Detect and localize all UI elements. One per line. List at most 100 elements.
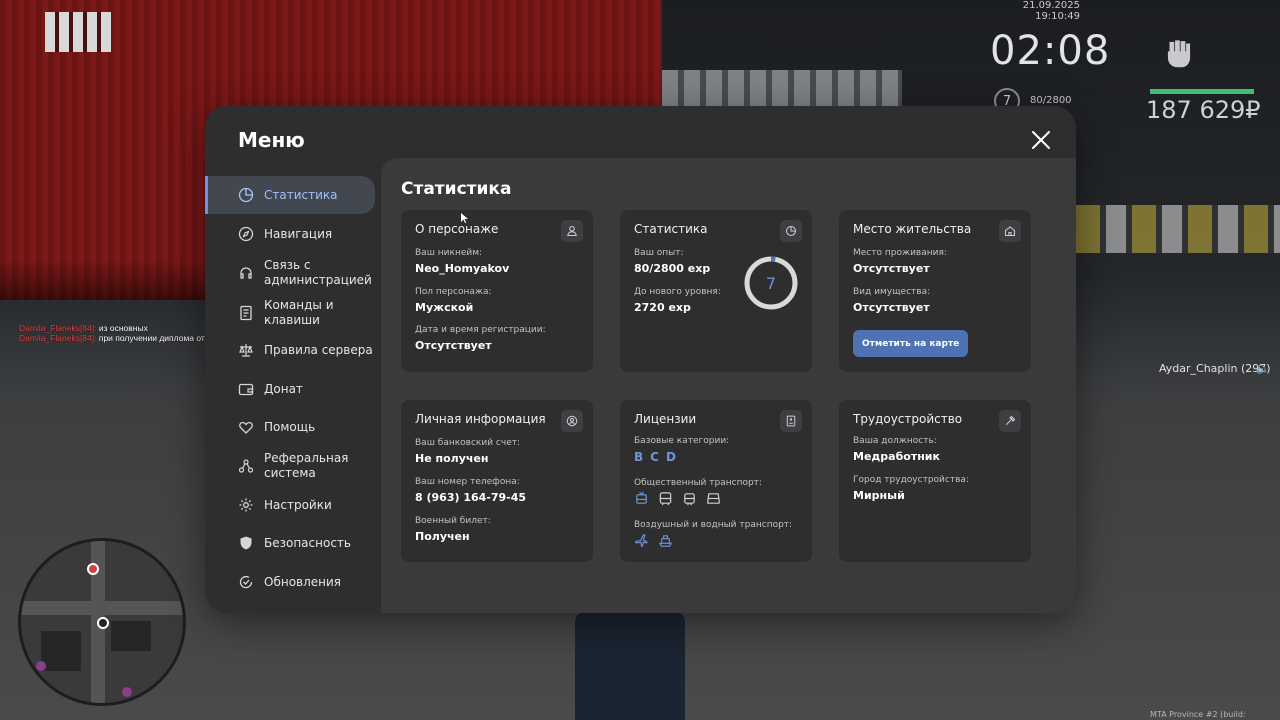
id-card-icon[interactable] bbox=[780, 410, 802, 432]
shield-icon bbox=[240, 536, 252, 550]
sidebar-item-label: Правила сервера bbox=[264, 342, 373, 357]
nick-value: Neo_Homyakov bbox=[415, 262, 510, 275]
headset-icon bbox=[240, 267, 252, 279]
user-icon[interactable] bbox=[561, 220, 583, 242]
sidebar-item-label: Команды и клавиши bbox=[264, 298, 334, 327]
sidebar-item-label: Статистика bbox=[264, 187, 338, 202]
plane-icon bbox=[635, 534, 648, 547]
minibus-icon bbox=[707, 493, 720, 504]
base-categories: BCD bbox=[634, 450, 683, 464]
sidebar-item-label: Реферальная система bbox=[264, 451, 349, 480]
chart-pie-icon[interactable] bbox=[780, 220, 802, 242]
position-label: Ваша должность: bbox=[853, 436, 937, 446]
sidebar-item-statistics[interactable]: Статистика bbox=[205, 176, 375, 214]
military-value: Получен bbox=[415, 530, 470, 543]
map-marker-icon bbox=[36, 661, 46, 671]
position-value: Медработник bbox=[853, 450, 940, 463]
mouse-cursor-icon bbox=[461, 213, 468, 223]
mark-on-map-button[interactable]: Отметить на карте bbox=[853, 330, 969, 357]
sidebar-item-settings[interactable]: Настройки bbox=[205, 486, 375, 524]
hud-health-bar bbox=[1150, 89, 1254, 94]
content-panel: Статистика О персонаже Ваш никнейм: Neo_… bbox=[381, 158, 1076, 613]
parked-buses bbox=[1076, 205, 1280, 253]
bank-value: Не получен bbox=[415, 452, 489, 465]
job-city-label: Город трудоустройства: bbox=[853, 475, 969, 485]
speaker-icon: 🔈 bbox=[1256, 362, 1270, 375]
card-residence: Место жительства Место проживания: Отсут… bbox=[839, 210, 1031, 372]
close-icon[interactable] bbox=[1029, 128, 1053, 152]
air-water-transport-label: Воздушный и водный транспорт: bbox=[634, 520, 793, 530]
menu-window: Меню Статистика Навигация Связь с админи… bbox=[205, 106, 1076, 613]
building-windows bbox=[45, 12, 111, 52]
next-level-value: 2720 exp bbox=[634, 301, 691, 314]
sidebar-item-commands[interactable]: Команды и клавиши bbox=[205, 293, 375, 333]
bus-depot bbox=[662, 70, 902, 110]
exp-label: Ваш опыт: bbox=[634, 248, 684, 258]
wallet-icon bbox=[238, 383, 254, 396]
sidebar-item-label: Настройки bbox=[264, 497, 332, 512]
content-title: Статистика bbox=[401, 179, 512, 199]
player-nametag: Aydar_Chaplin (297) bbox=[1159, 362, 1271, 375]
hammer-icon[interactable] bbox=[999, 410, 1021, 432]
home-icon[interactable] bbox=[999, 220, 1021, 242]
gender-label: Пол персонажа: bbox=[415, 287, 492, 297]
level-progress-ring: 7 bbox=[744, 256, 798, 310]
exp-value: 80/2800 exp bbox=[634, 262, 711, 275]
sidebar-item-label: Навигация bbox=[264, 226, 333, 241]
hud-money: 187 629₽ bbox=[1146, 96, 1261, 124]
map-marker-icon bbox=[122, 687, 132, 697]
card-licenses: Лицензии Базовые категории: BCD Обществе… bbox=[620, 400, 812, 562]
military-label: Военный билет: bbox=[415, 516, 491, 526]
air-water-transport-icons bbox=[634, 533, 673, 548]
base-categories-label: Базовые категории: bbox=[634, 436, 730, 446]
sidebar-item-admin-contact[interactable]: Связь с администрацией bbox=[205, 253, 375, 293]
card-personal: Личная информация Ваш банковский счет: Н… bbox=[401, 400, 593, 562]
tram-icon bbox=[684, 493, 695, 506]
user-circle-icon[interactable] bbox=[561, 410, 583, 432]
phone-label: Ваш номер телефона: bbox=[415, 477, 520, 487]
sidebar-item-label: Помощь bbox=[264, 419, 316, 434]
gear-icon bbox=[239, 498, 253, 512]
sidebar-item-label: Донат bbox=[264, 381, 303, 396]
sidebar-item-rules[interactable]: Правила сервера bbox=[205, 331, 375, 369]
category-c: C bbox=[650, 450, 660, 464]
sidebar-item-label: Обновления bbox=[264, 574, 342, 589]
sidebar-item-security[interactable]: Безопасность bbox=[205, 524, 375, 562]
category-d: D bbox=[665, 450, 677, 464]
hud-exp: 80/2800 bbox=[1030, 95, 1072, 106]
registration-value: Отсутствует bbox=[415, 339, 492, 352]
phone-value: 8 (963) 164-79-45 bbox=[415, 491, 527, 504]
sidebar-item-label: Связь с администрацией bbox=[264, 258, 372, 287]
minimap bbox=[18, 538, 186, 706]
build-info: MTA Province #2 (build: 6.12418.9 bbox=[1150, 710, 1246, 720]
refresh-check-icon bbox=[239, 576, 253, 589]
nick-label: Ваш никнейм: bbox=[415, 248, 483, 258]
sidebar-item-help[interactable]: Помощь bbox=[205, 408, 375, 446]
card-title: Лицензии bbox=[634, 412, 697, 426]
place-value: Отсутствует bbox=[853, 262, 930, 275]
card-title: Статистика bbox=[634, 222, 708, 236]
hud-clock: 02:08 bbox=[990, 28, 1111, 74]
category-b: B bbox=[634, 450, 645, 464]
handshake-heart-icon bbox=[239, 421, 253, 434]
level-number: 7 bbox=[766, 274, 776, 293]
sidebar-item-updates[interactable]: Обновления bbox=[205, 563, 375, 601]
sidebar-item-navigation[interactable]: Навигация bbox=[205, 215, 375, 253]
sidebar-item-donate[interactable]: Донат bbox=[205, 370, 375, 408]
scales-icon bbox=[239, 344, 253, 357]
menu-title: Меню bbox=[238, 128, 305, 152]
chart-pie-icon bbox=[238, 187, 254, 203]
player-character bbox=[575, 612, 685, 720]
hud-datetime: 21.09.2025 19:10:49 bbox=[1022, 0, 1080, 22]
card-job: Трудоустройство Ваша должность: Медработ… bbox=[839, 400, 1031, 562]
public-transport-label: Общественный транспорт: bbox=[634, 478, 762, 488]
sidebar-item-referral[interactable]: Реферальная система bbox=[205, 446, 375, 486]
gender-value: Мужской bbox=[415, 301, 474, 314]
bank-label: Ваш банковский счет: bbox=[415, 438, 521, 448]
card-character: О персонаже Ваш никнейм: Neo_Homyakov По… bbox=[401, 210, 593, 372]
card-stats: Статистика Ваш опыт: 80/2800 exp До ново… bbox=[620, 210, 812, 372]
document-icon bbox=[240, 305, 252, 321]
job-city-value: Мирный bbox=[853, 489, 905, 502]
card-title: Место жительства bbox=[853, 222, 972, 236]
public-transport-icons bbox=[634, 491, 721, 506]
